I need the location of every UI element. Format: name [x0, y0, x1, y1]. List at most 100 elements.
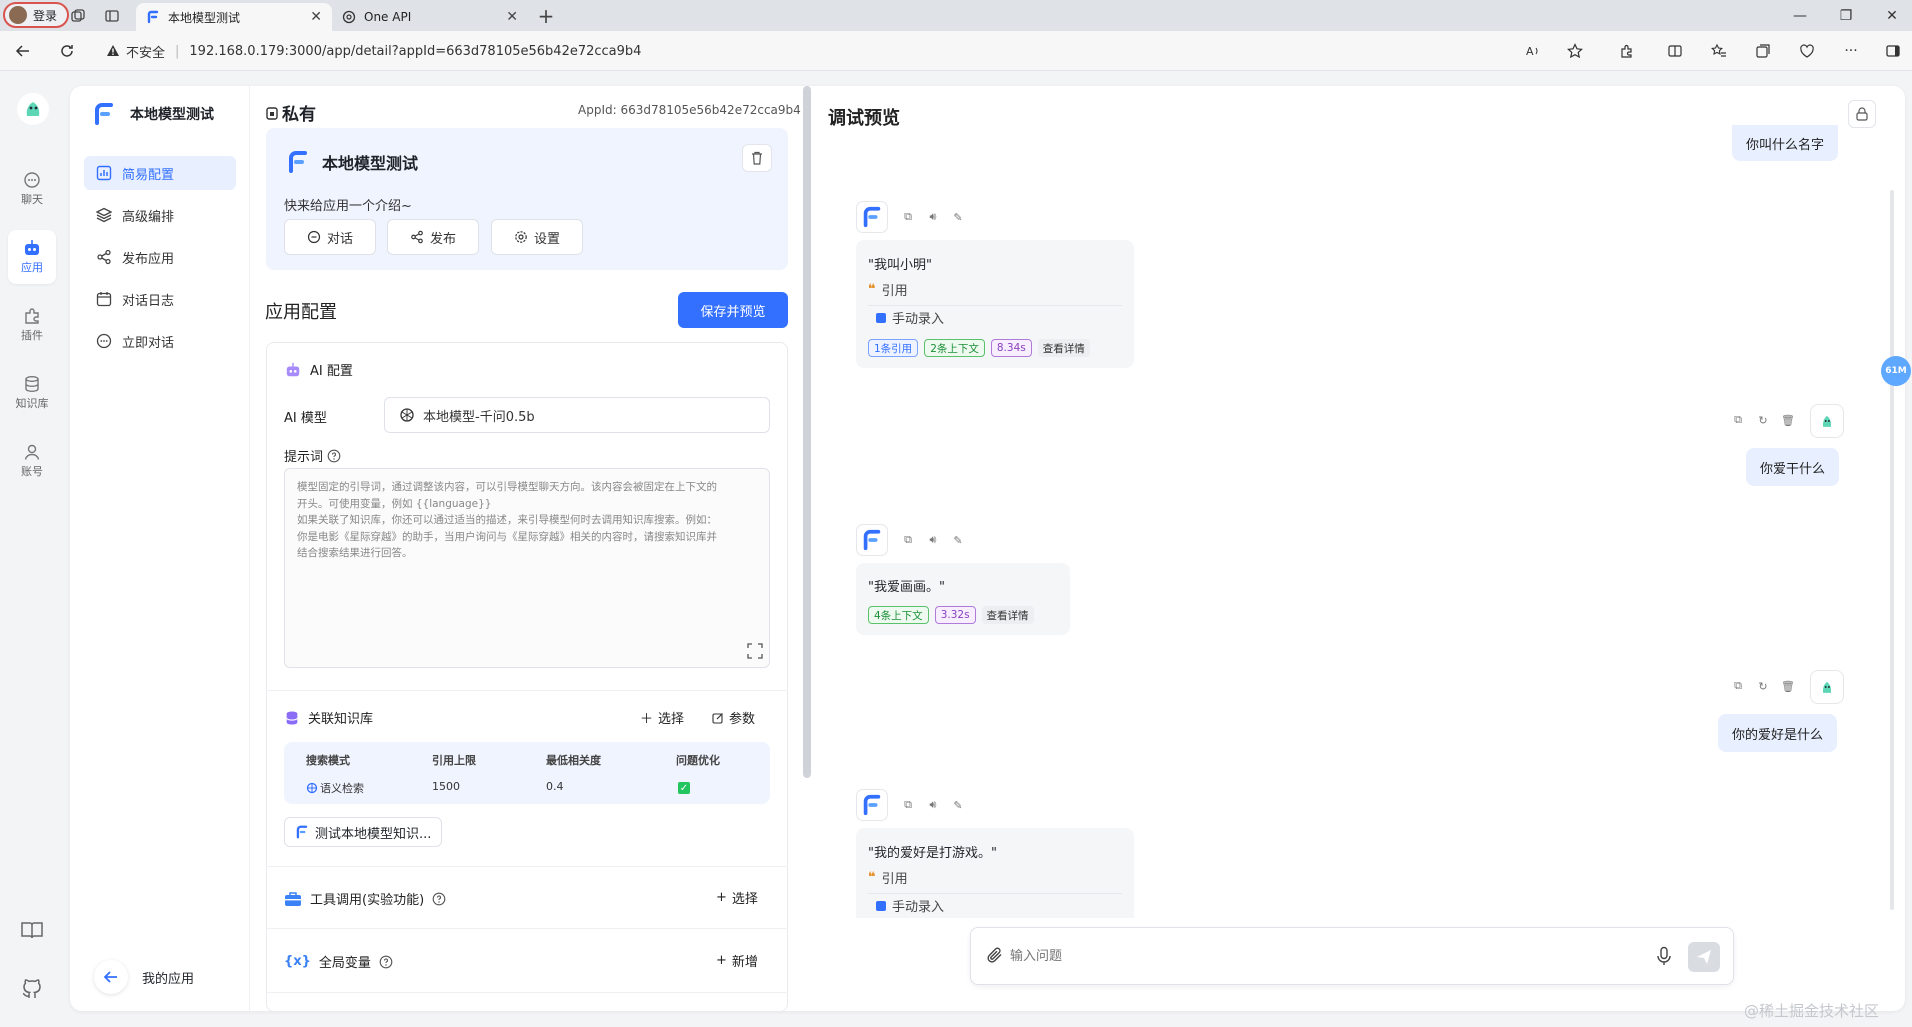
edit-icon[interactable]: ✎: [947, 206, 969, 228]
rail-item-knowledge[interactable]: 知识库: [8, 366, 56, 420]
vars-add-button[interactable]: + 新增: [716, 951, 758, 970]
chat-scrollbar[interactable]: [1890, 190, 1894, 910]
collections-icon[interactable]: [1748, 37, 1778, 65]
edit-icon[interactable]: ✎: [947, 794, 969, 816]
attachment-icon[interactable]: [986, 946, 1004, 964]
checkmark-icon: ✓: [678, 782, 690, 794]
context-count-tag[interactable]: 4条上下文: [868, 606, 929, 624]
help-icon[interactable]: [432, 892, 446, 906]
cite-count-tag[interactable]: 1条引用: [868, 339, 919, 357]
prompt-label: 提示词: [284, 450, 324, 465]
manual-entry-chip[interactable]: 手动录入: [876, 308, 944, 327]
rail-item-apps[interactable]: 应用: [8, 230, 56, 284]
retry-icon[interactable]: ↻: [1752, 675, 1774, 697]
delete-app-button[interactable]: [742, 144, 772, 172]
close-window-icon[interactable]: ✕: [1870, 0, 1912, 31]
docs-book-icon[interactable]: [20, 920, 44, 940]
rail-item-plugins[interactable]: 插件: [8, 298, 56, 352]
copy-icon[interactable]: ⧉: [1727, 675, 1749, 697]
retry-icon[interactable]: ↻: [1752, 409, 1774, 431]
kb-select-button[interactable]: ＋ 选择: [640, 708, 684, 727]
tab-close-icon[interactable]: ✕: [310, 9, 322, 25]
profile-avatar: [9, 6, 27, 24]
rail-item-account[interactable]: 账号: [8, 434, 56, 488]
favorite-star-icon[interactable]: [1560, 37, 1590, 65]
settings-button[interactable]: 设置: [491, 219, 583, 255]
minimize-icon[interactable]: —: [1778, 0, 1822, 31]
context-count-tag[interactable]: 2条上下文: [924, 339, 985, 357]
prompt-placeholder-line: 你是电影《星际穿越》的助手，当用户询问与《星际穿越》相关的内容时，请搜索知识库并: [297, 530, 717, 543]
view-detail-tag[interactable]: 查看详情: [981, 606, 1034, 624]
quote-header: ❝ 引用: [868, 280, 1122, 306]
reload-icon[interactable]: [52, 37, 82, 65]
speaker-icon[interactable]: 🔊︎: [922, 206, 944, 228]
database-icon: [25, 376, 39, 393]
workspaces-icon[interactable]: [64, 2, 92, 30]
restore-icon[interactable]: ❐: [1824, 0, 1868, 31]
floating-badge[interactable]: 61M: [1881, 356, 1911, 386]
copy-icon[interactable]: ⧉: [897, 206, 919, 228]
more-menu-icon[interactable]: ···: [1836, 37, 1866, 65]
chat-button[interactable]: 对话: [284, 219, 376, 255]
tab-local-model-test[interactable]: 本地模型测试 ✕: [136, 3, 332, 31]
back-to-my-apps[interactable]: 我的应用: [94, 960, 194, 994]
help-icon[interactable]: [379, 955, 393, 969]
chart-icon: [96, 165, 112, 181]
split-screen-icon[interactable]: [1660, 37, 1690, 65]
settings-button-label: 设置: [533, 231, 560, 247]
kb-dataset-chip[interactable]: 测试本地模型知识...: [284, 817, 443, 847]
layers-icon: [96, 207, 112, 223]
nav-chat-logs[interactable]: 对话日志: [84, 282, 236, 316]
semantic-search-icon: [306, 782, 318, 794]
nav-chat-now[interactable]: 立即对话: [84, 324, 236, 358]
publish-button[interactable]: 发布: [387, 219, 479, 255]
extensions-icon[interactable]: [1612, 37, 1642, 65]
copy-icon[interactable]: ⧉: [897, 529, 919, 551]
back-icon[interactable]: [8, 37, 38, 65]
prompt-placeholder-line: 开头。可使用变量，例如 {{language}}: [297, 497, 492, 510]
quote-header: ❝ 引用: [868, 868, 1122, 894]
save-and-preview-button[interactable]: 保存并预览: [678, 292, 788, 328]
copy-icon[interactable]: ⧉: [897, 794, 919, 816]
trash-icon[interactable]: 🗑︎: [1777, 675, 1799, 697]
nav-simple-config[interactable]: 简易配置: [84, 156, 236, 190]
help-icon[interactable]: [327, 449, 341, 463]
manual-entry-chip[interactable]: 手动录入: [876, 896, 944, 915]
expand-icon[interactable]: [746, 642, 764, 660]
new-tab-icon[interactable]: +: [532, 2, 560, 30]
profile-button[interactable]: 登录: [3, 2, 69, 28]
tools-select-button[interactable]: + 选择: [716, 888, 758, 907]
microphone-icon[interactable]: [1656, 946, 1672, 966]
edit-icon[interactable]: ✎: [947, 529, 969, 551]
tab-close-icon[interactable]: ✕: [506, 9, 518, 25]
lock-button[interactable]: [1848, 100, 1876, 128]
prompt-placeholder-line: 结合搜索结果进行回答。: [297, 547, 413, 559]
tab-one-api[interactable]: One API ✕: [332, 3, 528, 31]
watermark: @稀土掘金技术社区: [1744, 1002, 1880, 1020]
model-select[interactable]: 本地模型-千问0.5b: [384, 397, 770, 433]
rail-item-chat[interactable]: 聊天: [8, 162, 56, 216]
browser-essentials-icon[interactable]: [1792, 37, 1822, 65]
trash-icon[interactable]: 🗑︎: [1777, 409, 1799, 431]
nav-advanced-orchestration[interactable]: 高级编排: [84, 198, 236, 232]
tab-actions-icon[interactable]: [98, 2, 126, 30]
speaker-icon[interactable]: 🔊︎: [922, 529, 944, 551]
prompt-textarea[interactable]: 模型固定的引导词，通过调整该内容，可以引导模型聊天方向。该内容会被固定在上下文的…: [284, 468, 770, 668]
kb-title: 关联知识库: [308, 712, 374, 727]
speaker-icon[interactable]: 🔊︎: [922, 794, 944, 816]
url-bar[interactable]: 不安全 | 192.168.0.179:3000/app/detail?appI…: [106, 36, 1586, 66]
copy-icon[interactable]: ⧉: [1727, 409, 1749, 431]
chat-input[interactable]: [1010, 941, 1650, 971]
user-avatar[interactable]: [16, 92, 50, 126]
panel-scrollbar[interactable]: [803, 86, 811, 778]
github-icon[interactable]: [21, 977, 43, 999]
nav-publish-app[interactable]: 发布应用: [84, 240, 236, 274]
read-aloud-icon[interactable]: A: [1518, 37, 1548, 65]
favorites-icon[interactable]: [1704, 37, 1734, 65]
view-detail-tag[interactable]: 查看详情: [1037, 339, 1090, 357]
back-label: 我的应用: [142, 971, 195, 987]
send-button[interactable]: [1688, 942, 1720, 972]
kb-params-button[interactable]: 参数: [712, 708, 755, 727]
sidebar-toggle-icon[interactable]: [1878, 37, 1908, 65]
nav-label: 高级编排: [122, 209, 175, 225]
